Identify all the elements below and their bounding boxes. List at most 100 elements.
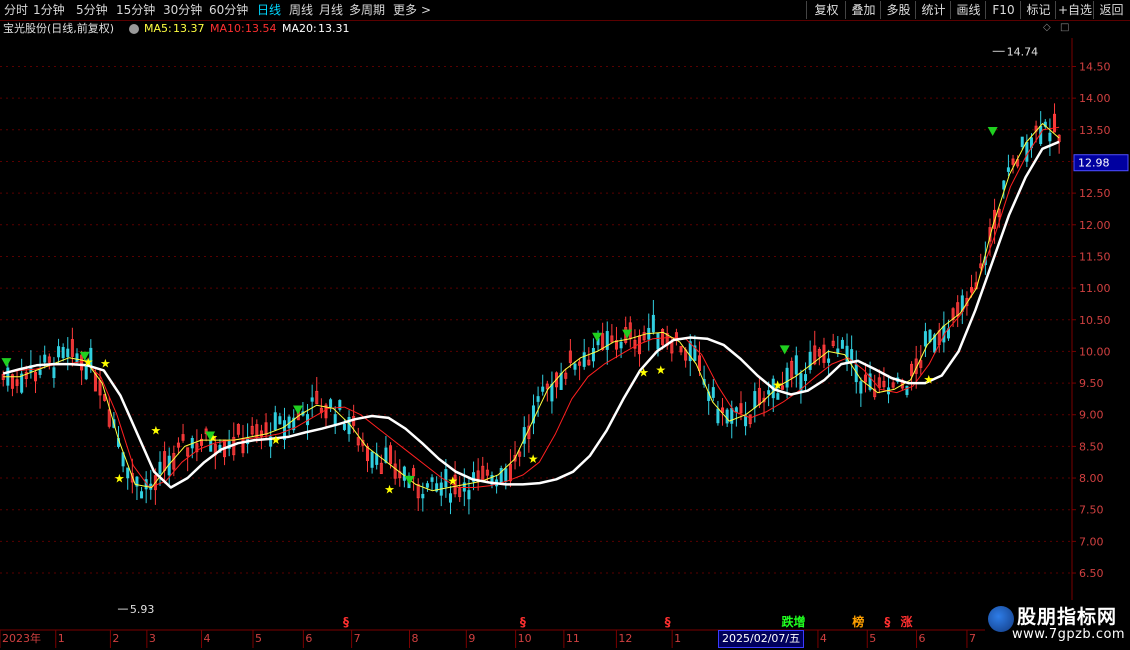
candle-body xyxy=(310,397,314,402)
settings-icon[interactable] xyxy=(129,24,139,34)
y-tick-label: 10.50 xyxy=(1079,314,1111,327)
ma5-value: 13.37 xyxy=(173,22,205,35)
buy-star-icon: ★ xyxy=(655,363,666,377)
tab-timeshare[interactable]: 分时 xyxy=(4,1,28,19)
candle-body xyxy=(711,387,715,398)
tab-5min[interactable]: 5分钟 xyxy=(76,1,108,19)
add-watchlist-button[interactable]: +自选 xyxy=(1055,1,1094,19)
candle-body xyxy=(1006,167,1010,172)
tab-1min[interactable]: 1分钟 xyxy=(33,1,65,19)
x-tick-label: 1 xyxy=(58,632,65,645)
candle-body xyxy=(38,369,42,375)
restore-rights-button[interactable]: 复权 xyxy=(806,1,846,19)
candle-body xyxy=(905,385,909,396)
buy-star-icon: ★ xyxy=(114,472,125,486)
x-tick-label: 2023年 xyxy=(2,631,41,645)
candle-body xyxy=(785,367,789,388)
min-label: 5.93 xyxy=(130,603,155,616)
y-tick-label: 14.00 xyxy=(1079,92,1111,105)
x-tick-label: 2 xyxy=(112,632,119,645)
x-tick-label: 3 xyxy=(149,632,156,645)
y-tick-label: 7.50 xyxy=(1079,504,1104,517)
candle-body xyxy=(499,467,503,484)
candle-body xyxy=(126,467,130,479)
candle-body xyxy=(43,354,47,363)
x-tick-label: 9 xyxy=(468,632,475,645)
candle-body xyxy=(425,483,429,488)
x-tick-label: 5 xyxy=(869,632,876,645)
event-marker: 榜 xyxy=(852,614,864,629)
y-tick-label: 11.50 xyxy=(1079,250,1111,263)
mark-button[interactable]: 标记 xyxy=(1020,1,1056,19)
f10-button[interactable]: F10 xyxy=(985,1,1021,19)
diamond-icon[interactable]: ◇ xyxy=(1043,22,1051,33)
statistics-button[interactable]: 统计 xyxy=(915,1,951,19)
cursor-date: 2025/02/07/五 xyxy=(718,630,805,648)
candle-body xyxy=(573,363,577,370)
ma20-line xyxy=(2,140,1060,489)
candle-body xyxy=(651,314,655,333)
tab-30min[interactable]: 30分钟 xyxy=(163,1,202,19)
y-tick-label: 8.00 xyxy=(1079,472,1104,485)
candle-body xyxy=(767,390,771,395)
kline-chart[interactable]: 14.5014.0013.5013.0012.5012.0011.5011.00… xyxy=(0,38,1130,650)
candle-body xyxy=(859,381,863,394)
candle-body xyxy=(61,347,65,359)
buy-star-icon: ★ xyxy=(447,474,458,488)
candle-body xyxy=(384,447,388,463)
candle-body xyxy=(582,352,586,367)
candle-body xyxy=(804,374,808,381)
candle-body xyxy=(504,468,508,482)
sell-arrow-icon xyxy=(779,345,790,355)
tab-daily[interactable]: 日线 xyxy=(257,1,281,19)
candle-body xyxy=(744,415,748,427)
candle-body xyxy=(158,461,162,474)
candle-body xyxy=(591,347,595,362)
overlay-button[interactable]: 叠加 xyxy=(845,1,881,19)
ma10-line xyxy=(3,126,1060,488)
x-tick-label: 7 xyxy=(354,632,361,645)
tab-60min[interactable]: 60分钟 xyxy=(209,1,248,19)
x-tick-label: 12 xyxy=(618,632,632,645)
buy-star-icon: ★ xyxy=(772,378,783,392)
sell-arrow-icon xyxy=(987,126,998,136)
candle-body xyxy=(375,453,379,465)
multi-stock-button[interactable]: 多股 xyxy=(880,1,916,19)
candle-body xyxy=(827,358,831,363)
box-icon[interactable]: □ xyxy=(1060,22,1069,33)
tab-monthly[interactable]: 月线 xyxy=(319,1,343,19)
stock-title: 宝光股份(日线,前复权) xyxy=(3,22,115,35)
event-marker: 跌增 xyxy=(781,614,805,629)
watermark-title: 股朋指标网 xyxy=(1017,606,1118,628)
event-marker: § xyxy=(520,615,526,629)
more-arrow-icon[interactable]: > xyxy=(421,1,431,19)
candle-body xyxy=(536,396,540,402)
draw-line-button[interactable]: 画线 xyxy=(950,1,986,19)
candle-body xyxy=(605,331,609,350)
y-tick-label: 8.50 xyxy=(1079,440,1104,453)
y-tick-label: 9.50 xyxy=(1079,377,1104,390)
y-tick-label: 6.50 xyxy=(1079,567,1104,580)
candle-body xyxy=(794,355,798,375)
candle-body xyxy=(619,341,623,349)
y-tick-label: 13.50 xyxy=(1079,124,1111,137)
ma20-value: 13.31 xyxy=(318,22,350,35)
candle-body xyxy=(20,373,24,393)
candle-body xyxy=(1048,132,1052,142)
x-tick-label: 10 xyxy=(518,632,532,645)
candle-body xyxy=(850,349,854,361)
candle-body xyxy=(716,408,720,424)
y-tick-label: 14.50 xyxy=(1079,60,1111,73)
y-tick-label: 7.00 xyxy=(1079,535,1104,548)
tab-multi-period[interactable]: 多周期 xyxy=(349,1,385,19)
candle-body xyxy=(840,339,844,349)
y-tick-label: 12.00 xyxy=(1079,219,1111,232)
back-button[interactable]: 返回 xyxy=(1093,1,1129,19)
ma10-label: MA10: xyxy=(210,22,245,35)
tab-15min[interactable]: 15分钟 xyxy=(116,1,155,19)
tab-more[interactable]: 更多 xyxy=(393,1,417,19)
y-tick-label: 12.50 xyxy=(1079,187,1111,200)
watermark-logo-icon xyxy=(988,606,1014,632)
ma20-label: MA20: xyxy=(282,22,317,35)
tab-weekly[interactable]: 周线 xyxy=(289,1,313,19)
